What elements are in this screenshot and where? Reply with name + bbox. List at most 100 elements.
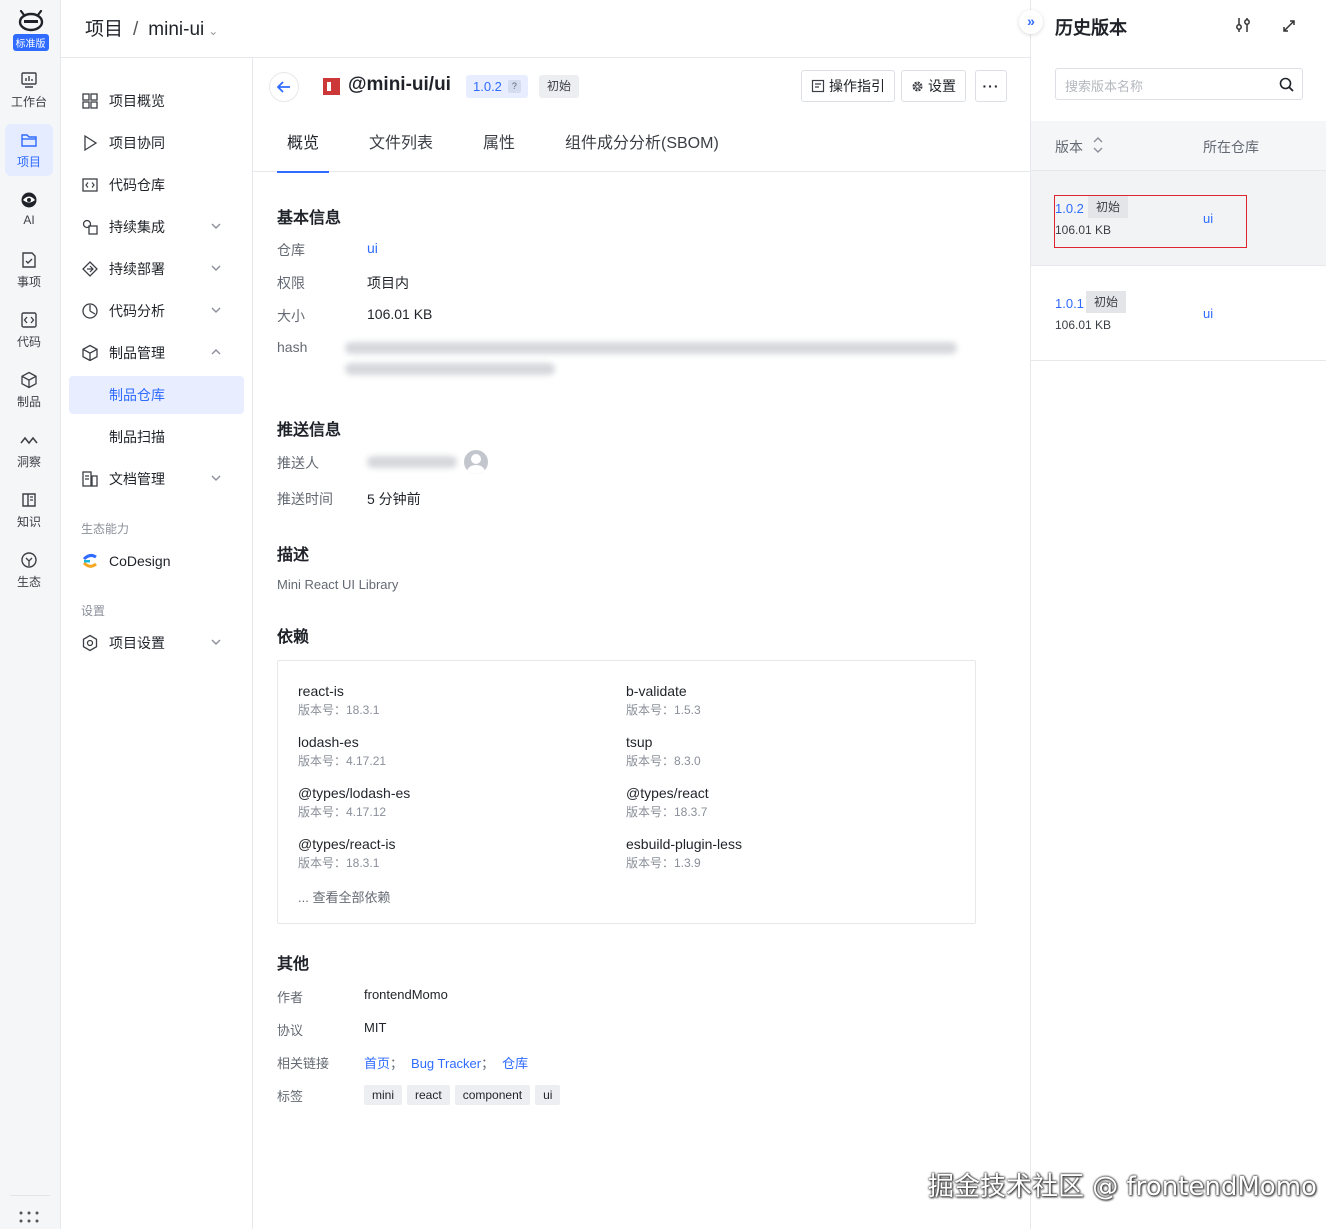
more-button[interactable]: ··· bbox=[975, 70, 1007, 102]
tab-sbom[interactable]: 组件成分分析(SBOM) bbox=[565, 116, 719, 172]
rail-item-label: 代码 bbox=[16, 335, 41, 349]
expand-icon[interactable] bbox=[1281, 16, 1297, 39]
avatar bbox=[464, 450, 488, 474]
chevron-down-icon bbox=[211, 307, 221, 313]
ecosystem-icon bbox=[21, 552, 37, 568]
ci-icon bbox=[82, 219, 98, 235]
sidebar-item-artifact-repo[interactable]: 制品仓库 bbox=[69, 376, 244, 414]
stage-tag: 初始 bbox=[1086, 291, 1127, 313]
rail-item-knowledge[interactable]: 知识 bbox=[5, 484, 53, 536]
watermark: 掘金技术社区 @ frontendMomo bbox=[928, 1172, 1317, 1202]
sidebar-item-overview[interactable]: 项目概览 bbox=[69, 82, 244, 120]
breadcrumb-root[interactable]: 项目 bbox=[85, 19, 123, 40]
app-root: 标准版 工作台 项目 AI 事项 代码 制品 洞察 知识 生态 项目 / min… bbox=[0, 0, 1326, 1229]
rail-item-tasks[interactable]: 事项 bbox=[5, 244, 53, 296]
chevron-down-icon bbox=[211, 639, 221, 645]
sidebar-item-ci[interactable]: 持续集成 bbox=[69, 208, 244, 246]
push-time-label: 推送时间 bbox=[277, 491, 333, 507]
rail-item-insight[interactable]: 洞察 bbox=[5, 424, 53, 476]
rail-item-label: 制品 bbox=[16, 395, 41, 409]
task-icon bbox=[22, 252, 36, 268]
repo-link[interactable]: ui bbox=[367, 240, 378, 256]
description-title: 描述 bbox=[277, 547, 310, 564]
repository-link[interactable]: 仓库 bbox=[502, 1056, 528, 1071]
dependency-version: 版本号：4.17.12 bbox=[298, 805, 387, 819]
back-arrow-icon[interactable] bbox=[269, 72, 299, 102]
sidebar-item-label: 项目协同 bbox=[109, 135, 165, 151]
breadcrumb-project[interactable]: mini-ui bbox=[148, 19, 204, 40]
version-search-input[interactable]: 搜索版本名称 bbox=[1055, 68, 1303, 100]
rail-item-ai[interactable]: AI bbox=[5, 184, 53, 236]
rail-item-label: 事项 bbox=[16, 275, 41, 289]
rail-item-ecosystem[interactable]: 生态 bbox=[5, 544, 53, 596]
sidebar-item-project-settings[interactable]: 项目设置 bbox=[69, 624, 244, 662]
book-icon bbox=[22, 493, 36, 507]
sidebar-item-label: 代码分析 bbox=[109, 303, 165, 319]
rail-item-artifacts[interactable]: 制品 bbox=[5, 364, 53, 416]
sidebar-item-collaboration[interactable]: 项目协同 bbox=[69, 124, 244, 162]
rail-item-workbench[interactable]: 工作台 bbox=[5, 64, 53, 116]
sidebar-item-artifact-management[interactable]: 制品管理 bbox=[69, 334, 244, 372]
hash-label: hash bbox=[277, 339, 308, 355]
version-link[interactable]: 1.0.1 bbox=[1055, 296, 1084, 311]
sidebar-group-settings: 设置 bbox=[81, 604, 106, 618]
filter-adjust-icon[interactable] bbox=[1235, 16, 1251, 39]
sidebar-item-label: 项目概览 bbox=[109, 93, 165, 109]
permission-label: 权限 bbox=[277, 275, 305, 291]
settings-button[interactable]: 设置 bbox=[901, 70, 966, 102]
tag: mini bbox=[364, 1085, 403, 1105]
rail-divider bbox=[10, 1195, 50, 1196]
search-icon[interactable] bbox=[1279, 77, 1294, 92]
version-label: 1.0.2 bbox=[473, 79, 502, 94]
version-tag: 1.0.2 ? bbox=[466, 75, 528, 98]
rail-item-code[interactable]: 代码 bbox=[5, 304, 53, 356]
help-icon[interactable]: ? bbox=[507, 80, 521, 93]
tag: component bbox=[454, 1085, 531, 1105]
dependency-item: @types/react-is 版本号：18.3.1 bbox=[298, 836, 598, 871]
column-version: 版本 bbox=[1055, 139, 1083, 155]
guide-button[interactable]: 操作指引 bbox=[801, 70, 895, 102]
code-repo-icon bbox=[82, 178, 98, 192]
sidebar-item-artifact-scan[interactable]: 制品扫描 bbox=[69, 418, 244, 456]
sidebar-item-code-analysis[interactable]: 代码分析 bbox=[69, 292, 244, 330]
rail-item-label: 工作台 bbox=[10, 95, 47, 109]
app-logo[interactable]: 标准版 bbox=[9, 10, 52, 58]
dependency-version: 版本号：8.3.0 bbox=[626, 754, 701, 768]
dependencies-title: 依赖 bbox=[277, 629, 310, 646]
dependency-item: lodash-es 版本号：4.17.21 bbox=[298, 734, 598, 769]
sidebar-item-codesign[interactable]: CoDesign bbox=[69, 542, 244, 580]
bug-tracker-link[interactable]: Bug Tracker bbox=[411, 1056, 481, 1071]
version-row[interactable]: 1.0.1 初始 106.01 KB ui bbox=[1031, 266, 1326, 361]
dependency-name: lodash-es bbox=[298, 734, 359, 750]
dependencies-panel: react-is 版本号：18.3.1 b-validate 版本号：1.5.3… bbox=[277, 660, 976, 924]
view-all-dependencies-link[interactable]: ... 查看全部依赖 bbox=[298, 887, 390, 906]
homepage-link[interactable]: 首页 bbox=[364, 1056, 390, 1071]
rail-item-project[interactable]: 项目 bbox=[5, 124, 53, 176]
dependency-version: 版本号：18.3.1 bbox=[298, 856, 380, 870]
dependency-name: b-validate bbox=[626, 683, 687, 699]
repo-label: 仓库 bbox=[277, 242, 305, 258]
tab-overview[interactable]: 概览 bbox=[276, 116, 330, 173]
apps-grid-icon[interactable] bbox=[18, 1210, 40, 1229]
sidebar-item-cd[interactable]: 持续部署 bbox=[69, 250, 244, 288]
sidebar-item-label: 制品管理 bbox=[109, 345, 165, 361]
push-time-value: 5 分钟前 bbox=[367, 491, 421, 507]
collapse-panel-icon[interactable]: » bbox=[1019, 10, 1043, 34]
settings-button-label: 设置 bbox=[928, 78, 956, 94]
rail-item-label: 生态 bbox=[16, 575, 41, 589]
sidebar-item-code-repo[interactable]: 代码仓库 bbox=[69, 166, 244, 204]
sort-icon[interactable] bbox=[1093, 135, 1103, 155]
sidebar-item-docs[interactable]: 文档管理 bbox=[69, 460, 244, 498]
version-repo-link[interactable]: ui bbox=[1203, 306, 1213, 321]
version-row[interactable]: 1.0.2 初始 106.01 KB ui bbox=[1031, 171, 1326, 266]
description-text: Mini React UI Library bbox=[277, 577, 399, 592]
breadcrumb: 项目 / mini-ui ⌄ bbox=[85, 14, 218, 41]
analysis-icon bbox=[82, 303, 98, 319]
dependency-name: react-is bbox=[298, 683, 344, 699]
sidebar-item-label: CoDesign bbox=[109, 553, 171, 569]
tab-properties[interactable]: 属性 bbox=[483, 116, 515, 172]
chevron-down-icon[interactable]: ⌄ bbox=[208, 24, 218, 38]
tab-file-list[interactable]: 文件列表 bbox=[369, 116, 433, 172]
folder-icon bbox=[21, 134, 37, 147]
deploy-icon bbox=[82, 261, 98, 277]
